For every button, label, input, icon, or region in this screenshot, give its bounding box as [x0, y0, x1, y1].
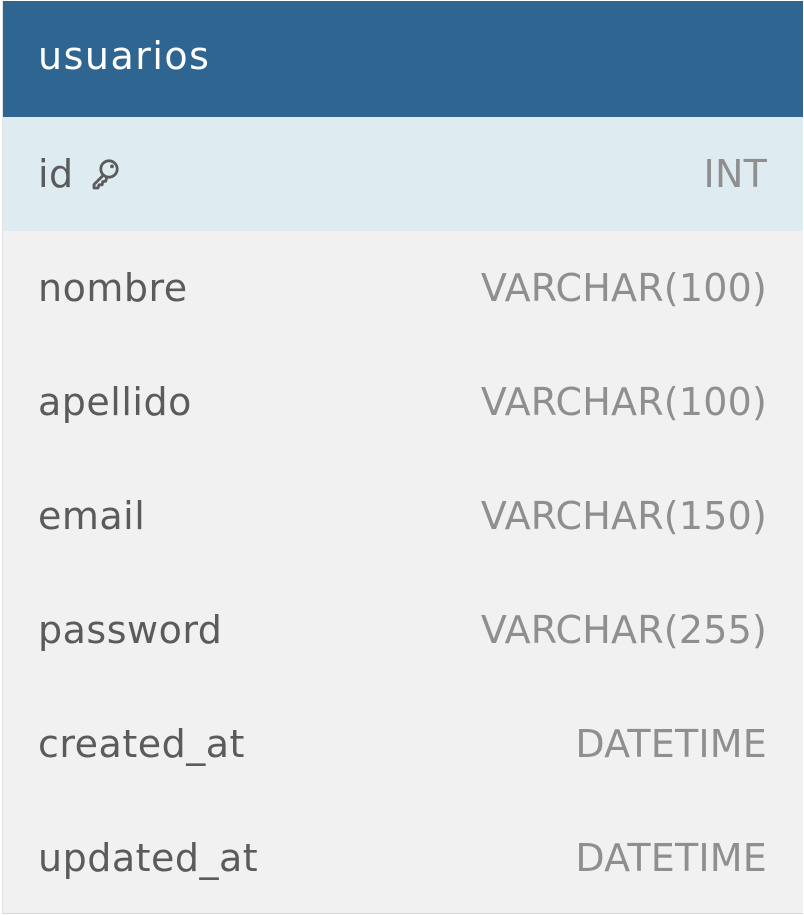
column-name: updated_at — [38, 836, 259, 880]
column-type: VARCHAR(100) — [480, 266, 767, 310]
column-row-password: password VARCHAR(255) — [3, 573, 803, 687]
table-title: usuarios — [38, 34, 211, 78]
column-name: password — [38, 608, 223, 652]
column-name: id — [38, 152, 74, 196]
column-name: nombre — [38, 266, 188, 310]
column-row-apellido: apellido VARCHAR(100) — [3, 345, 803, 459]
column-type: INT — [703, 152, 767, 196]
column-type: VARCHAR(255) — [480, 608, 767, 652]
column-left: id — [38, 155, 122, 193]
column-name: email — [38, 494, 146, 538]
column-row-updated-at: updated_at DATETIME — [3, 801, 803, 915]
column-row-id: id INT — [3, 117, 803, 231]
column-row-created-at: created_at DATETIME — [3, 687, 803, 801]
column-row-email: email VARCHAR(150) — [3, 459, 803, 573]
column-type: DATETIME — [575, 836, 767, 880]
table-card-usuarios: usuarios id INT nombre VARCHAR(100) apel… — [2, 1, 803, 914]
column-row-nombre: nombre VARCHAR(100) — [3, 231, 803, 345]
column-name: created_at — [38, 722, 245, 766]
key-icon — [88, 157, 122, 191]
column-type: DATETIME — [575, 722, 767, 766]
column-name: apellido — [38, 380, 192, 424]
table-header: usuarios — [3, 1, 803, 117]
column-type: VARCHAR(100) — [480, 380, 767, 424]
column-type: VARCHAR(150) — [480, 494, 767, 538]
